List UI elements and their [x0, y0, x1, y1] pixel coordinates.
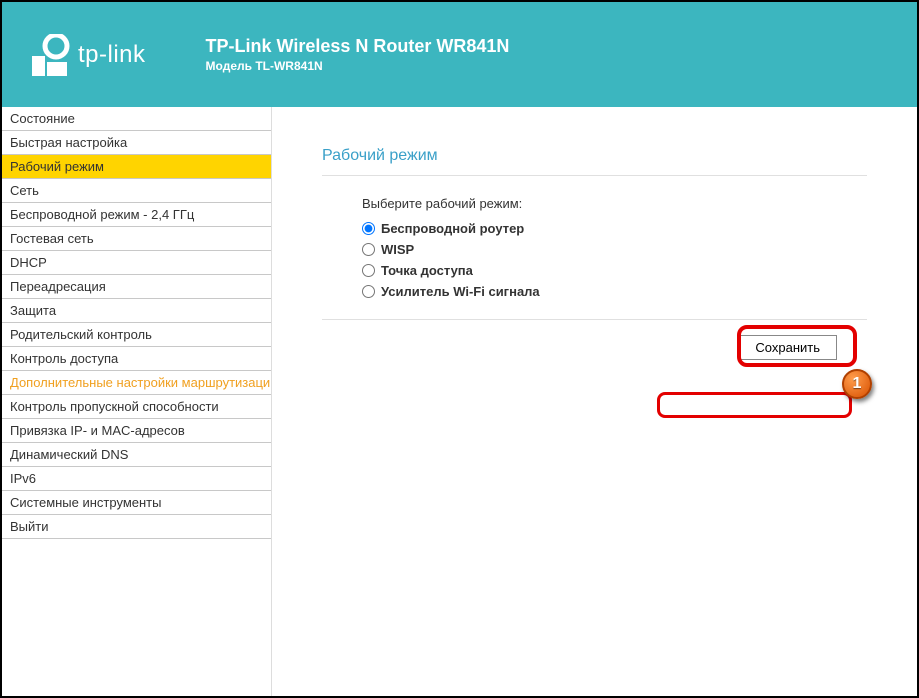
sidebar-item[interactable]: Гостевая сеть — [2, 227, 271, 251]
brand-text: tp-link — [78, 41, 146, 69]
sidebar-item[interactable]: DHCP — [2, 251, 271, 275]
radio-label[interactable]: WISP — [381, 242, 414, 257]
radio-option[interactable]: WISP — [362, 242, 867, 257]
sidebar-item[interactable]: Беспроводной режим - 2,4 ГГц — [2, 203, 271, 227]
radio-label[interactable]: Усилитель Wi-Fi сигнала — [381, 284, 540, 299]
annotation-highlight-1 — [657, 392, 852, 418]
radio-label[interactable]: Точка доступа — [381, 263, 473, 278]
sidebar-item[interactable]: Дополнительные настройки маршрутизации — [2, 371, 271, 395]
sidebar-item[interactable]: Родительский контроль — [2, 323, 271, 347]
tplink-icon — [32, 34, 70, 76]
mode-prompt: Выберите рабочий режим: — [362, 196, 867, 211]
sidebar-item[interactable]: Состояние — [2, 107, 271, 131]
content-area: Рабочий режим Выберите рабочий режим: Бе… — [272, 107, 917, 696]
sidebar-item[interactable]: Контроль пропускной способности — [2, 395, 271, 419]
mode-form: Выберите рабочий режим: Беспроводной роу… — [322, 196, 867, 299]
sidebar-item[interactable]: Сеть — [2, 179, 271, 203]
radio-input[interactable] — [362, 285, 375, 298]
radio-label[interactable]: Беспроводной роутер — [381, 221, 524, 236]
sidebar-item[interactable]: Рабочий режим — [2, 155, 271, 179]
sidebar-item[interactable]: Выйти — [2, 515, 271, 539]
sidebar-item[interactable]: Переадресация — [2, 275, 271, 299]
divider — [322, 175, 867, 176]
sidebar-item[interactable]: Быстрая настройка — [2, 131, 271, 155]
radio-option[interactable]: Усилитель Wi-Fi сигнала — [362, 284, 867, 299]
radio-input[interactable] — [362, 264, 375, 277]
product-title: TP-Link Wireless N Router WR841N — [206, 36, 510, 57]
annotation-marker-1: 1 — [842, 369, 872, 399]
radio-input[interactable] — [362, 243, 375, 256]
sidebar-item[interactable]: Защита — [2, 299, 271, 323]
product-model: Модель TL-WR841N — [206, 59, 510, 73]
sidebar-item[interactable]: Системные инструменты — [2, 491, 271, 515]
sidebar: СостояниеБыстрая настройкаРабочий режимС… — [2, 107, 272, 696]
radio-input[interactable] — [362, 222, 375, 235]
sidebar-item[interactable]: IPv6 — [2, 467, 271, 491]
header: tp-link TP-Link Wireless N Router WR841N… — [2, 2, 917, 107]
page-title: Рабочий режим — [322, 147, 867, 165]
divider — [322, 319, 867, 320]
sidebar-item[interactable]: Динамический DNS — [2, 443, 271, 467]
brand-logo: tp-link — [32, 34, 146, 76]
sidebar-item[interactable]: Контроль доступа — [2, 347, 271, 371]
radio-option[interactable]: Беспроводной роутер — [362, 221, 867, 236]
header-title-block: TP-Link Wireless N Router WR841N Модель … — [206, 36, 510, 73]
radio-option[interactable]: Точка доступа — [362, 263, 867, 278]
sidebar-item[interactable]: Привязка IP- и MAC-адресов — [2, 419, 271, 443]
save-button[interactable]: Сохранить — [738, 335, 837, 360]
